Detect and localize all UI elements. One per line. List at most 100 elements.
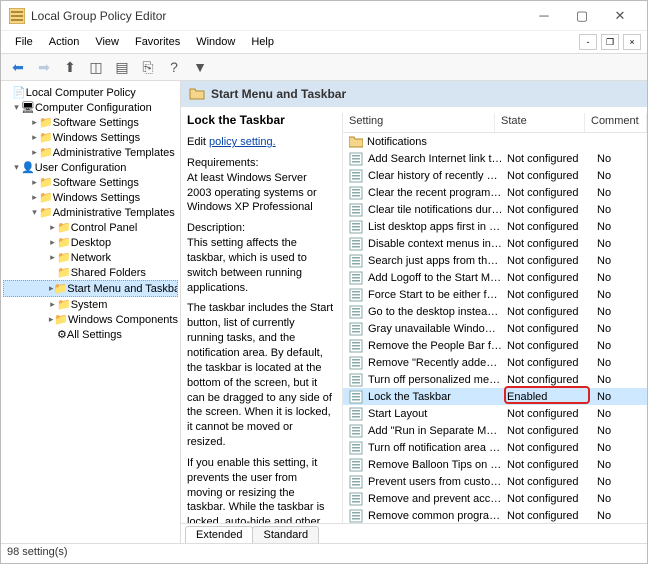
tab-extended[interactable]: Extended: [185, 526, 253, 543]
setting-row[interactable]: Remove Balloon Tips on Start ...Not conf…: [343, 456, 647, 473]
tree-item[interactable]: ⚙ All Settings: [3, 327, 178, 342]
policy-icon: [349, 288, 363, 302]
export-button[interactable]: ⎘: [137, 56, 159, 78]
setting-row[interactable]: Start LayoutNot configuredNo: [343, 405, 647, 422]
tree-admin-templates[interactable]: ▾📁 Administrative Templates: [3, 205, 178, 220]
setting-row[interactable]: Add "Run in Separate Memory...Not config…: [343, 422, 647, 439]
up-button[interactable]: ⬆: [59, 56, 81, 78]
forward-button[interactable]: ➡: [33, 56, 55, 78]
setting-row[interactable]: Prevent users from customizin...Not conf…: [343, 473, 647, 490]
tree-item[interactable]: ▸📁 Windows Components: [3, 312, 178, 327]
setting-row[interactable]: Clear tile notifications during l...Not …: [343, 201, 647, 218]
policy-icon: [349, 237, 363, 251]
tree-user-config[interactable]: ▾👤 User Configuration: [3, 160, 178, 175]
policy-icon: [349, 152, 363, 166]
policy-icon: [349, 475, 363, 489]
menubar: File Action View Favorites Window Help -…: [1, 31, 647, 53]
policy-icon: [349, 254, 363, 268]
menu-help[interactable]: Help: [243, 34, 282, 50]
properties-button[interactable]: ▤: [111, 56, 133, 78]
help-button[interactable]: ?: [163, 56, 185, 78]
setting-row[interactable]: Lock the TaskbarEnabledNo: [343, 388, 647, 405]
path-title: Start Menu and Taskbar: [211, 87, 346, 101]
show-hide-tree-button[interactable]: ◫: [85, 56, 107, 78]
tree-item[interactable]: ▸📁 Network: [3, 250, 178, 265]
col-setting[interactable]: Setting: [343, 113, 495, 132]
setting-row[interactable]: Gray unavailable Windows Inst...Not conf…: [343, 320, 647, 337]
col-state[interactable]: State: [495, 113, 585, 132]
setting-row[interactable]: Go to the desktop instead of St...Not co…: [343, 303, 647, 320]
policy-icon: [349, 305, 363, 319]
menu-action[interactable]: Action: [41, 34, 88, 50]
tree-item[interactable]: ▸📁 Control Panel: [3, 220, 178, 235]
tree-root[interactable]: 📄 Local Computer Policy: [3, 85, 178, 100]
setting-row[interactable]: Disable context menus in the S...Not con…: [343, 235, 647, 252]
close-button[interactable]: ✕: [601, 4, 639, 28]
setting-row[interactable]: Clear history of recently opene...Not co…: [343, 167, 647, 184]
tree-item[interactable]: ▸📁 Windows Settings: [3, 130, 178, 145]
policy-icon: [349, 373, 363, 387]
window-title: Local Group Policy Editor: [31, 9, 525, 23]
menu-view[interactable]: View: [87, 34, 127, 50]
path-header: Start Menu and Taskbar: [181, 81, 647, 107]
back-button[interactable]: ⬅: [7, 56, 29, 78]
policy-icon: [349, 407, 363, 421]
setting-row[interactable]: Remove the People Bar from t...Not confi…: [343, 337, 647, 354]
policy-icon: [349, 322, 363, 336]
policy-icon: [349, 169, 363, 183]
tab-standard[interactable]: Standard: [252, 526, 319, 543]
policy-icon: [349, 271, 363, 285]
tree-item[interactable]: ▸📁 Administrative Templates: [3, 145, 178, 160]
menu-window[interactable]: Window: [188, 34, 243, 50]
menu-favorites[interactable]: Favorites: [127, 34, 188, 50]
mdi-minimize-button[interactable]: -: [579, 34, 597, 50]
tree-item[interactable]: ▸📁 Software Settings: [3, 175, 178, 190]
selected-setting-title: Lock the Taskbar: [187, 113, 334, 127]
tree-item[interactable]: 📁 Shared Folders: [3, 265, 178, 280]
mdi-restore-button[interactable]: ❐: [601, 34, 619, 50]
setting-row[interactable]: Remove and prevent access to...Not confi…: [343, 490, 647, 507]
app-icon: [9, 8, 25, 24]
subfolder-row[interactable]: Notifications: [343, 133, 647, 150]
setting-row[interactable]: Search just apps from the App...Not conf…: [343, 252, 647, 269]
setting-row[interactable]: List desktop apps first in the A...Not c…: [343, 218, 647, 235]
col-comment[interactable]: Comment: [585, 113, 647, 132]
grid-body[interactable]: Notifications Add Search Internet link t…: [343, 133, 647, 523]
mdi-close-button[interactable]: ×: [623, 34, 641, 50]
folder-icon: [349, 136, 363, 148]
filter-button[interactable]: ▼: [189, 56, 211, 78]
maximize-button[interactable]: ▢: [563, 4, 601, 28]
setting-row[interactable]: Remove "Recently added" list f...Not con…: [343, 354, 647, 371]
policy-icon: [349, 509, 363, 523]
policy-icon: [349, 390, 363, 404]
minimize-button[interactable]: ─: [525, 4, 563, 28]
tree-item[interactable]: ▸📁 System: [3, 297, 178, 312]
policy-icon: [349, 220, 363, 234]
setting-row[interactable]: Turn off notification area clean...Not c…: [343, 439, 647, 456]
policy-icon: [349, 458, 363, 472]
tree-item[interactable]: ▸📁 Software Settings: [3, 115, 178, 130]
tree-item[interactable]: ▸📁 Desktop: [3, 235, 178, 250]
tree-item-selected[interactable]: ▸📁 Start Menu and Taskbar: [3, 280, 178, 297]
tree-item[interactable]: ▸📁 Windows Settings: [3, 190, 178, 205]
view-tabs: Extended Standard: [181, 523, 647, 543]
nav-tree[interactable]: 📄 Local Computer Policy ▾🖥 Computer Conf…: [1, 81, 181, 543]
folder-icon: [189, 86, 205, 102]
menu-file[interactable]: File: [7, 34, 41, 50]
policy-icon: [349, 492, 363, 506]
titlebar: Local Group Policy Editor ─ ▢ ✕: [1, 1, 647, 31]
setting-row[interactable]: Add Logoff to the Start MenuNot configur…: [343, 269, 647, 286]
policy-icon: [349, 356, 363, 370]
setting-row[interactable]: Turn off personalized menusNot configure…: [343, 371, 647, 388]
setting-row[interactable]: Force Start to be either full scr...Not …: [343, 286, 647, 303]
setting-row[interactable]: Clear the recent programs list f...Not c…: [343, 184, 647, 201]
policy-icon: [349, 441, 363, 455]
policy-icon: [349, 186, 363, 200]
setting-row[interactable]: Add Search Internet link to Sta...Not co…: [343, 150, 647, 167]
setting-row[interactable]: Remove common program gr...Not configure…: [343, 507, 647, 523]
policy-icon: [349, 339, 363, 353]
tree-computer-config[interactable]: ▾🖥 Computer Configuration: [3, 100, 178, 115]
description-pane: Lock the Taskbar Edit policy setting. Re…: [187, 113, 342, 523]
policy-icon: [349, 203, 363, 217]
edit-policy-link[interactable]: policy setting.: [209, 136, 276, 148]
